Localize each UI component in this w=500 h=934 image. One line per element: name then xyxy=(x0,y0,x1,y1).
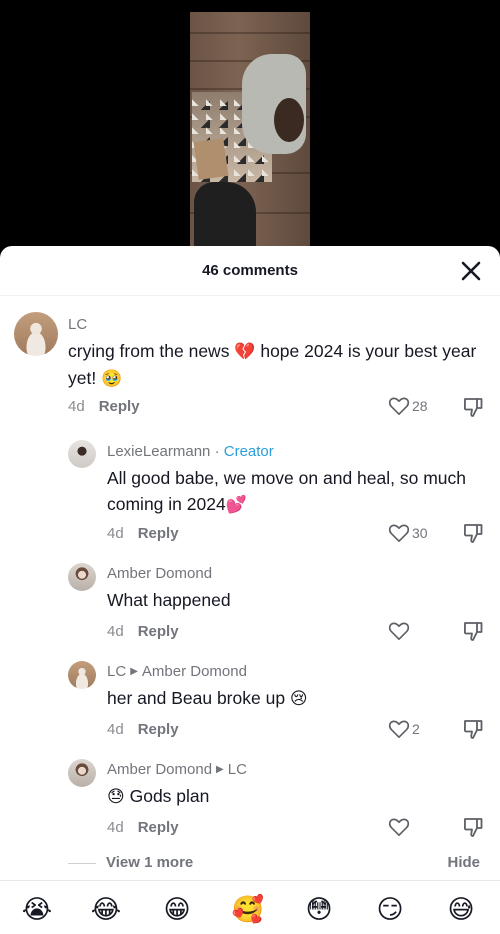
emoji-grin-button[interactable]: 😁 xyxy=(160,893,194,927)
comment-text: All good babe, we move on and heal, so m… xyxy=(107,468,466,515)
like-count: 30 xyxy=(412,525,428,541)
avatar[interactable] xyxy=(68,661,96,689)
emoji-quick-bar: 😭 😂 😁 🥰 😳 😏 😅 xyxy=(0,880,500,934)
emoji-smirk-button[interactable]: 😏 xyxy=(373,893,407,927)
dislike-icon[interactable] xyxy=(462,522,484,544)
like-button[interactable] xyxy=(388,817,412,837)
emoji-sweat-smile-button[interactable]: 😅 xyxy=(444,893,478,927)
heart-icon xyxy=(388,720,410,738)
dislike-icon[interactable] xyxy=(462,718,484,740)
reply-arrow-icon: ▶ xyxy=(130,666,138,677)
comment-author[interactable]: Amber Domond xyxy=(107,565,212,582)
heart-icon xyxy=(388,524,410,542)
comments-count-title: 46 comments xyxy=(202,262,298,279)
comment-item: LC ▶ Amber Domond her and Beau broke up 😢 … xyxy=(0,658,500,748)
comment-meta: 4d Reply xyxy=(68,398,140,415)
like-count: 28 xyxy=(412,398,428,414)
comment-item: LexieLearmann · Creator All good babe, w… xyxy=(0,436,500,546)
like-count: 2 xyxy=(412,721,420,737)
dislike-icon[interactable] xyxy=(462,396,484,418)
comment-text: 😓 Gods plan xyxy=(107,786,210,807)
video-thumbnail[interactable] xyxy=(190,12,310,248)
comment-item: Amber Domond ▶ LC 😓 Gods plan 4d Reply xyxy=(0,756,500,846)
dislike-icon[interactable] xyxy=(462,620,484,642)
reply-arrow-icon: ▶ xyxy=(216,764,224,775)
comments-header: 46 comments xyxy=(0,246,500,296)
comment-author[interactable]: LC ▶ Amber Domond xyxy=(107,663,247,680)
hide-replies-button[interactable]: Hide xyxy=(447,854,480,871)
comment-text: her and Beau broke up 😢 xyxy=(107,688,308,709)
dislike-icon[interactable] xyxy=(462,816,484,838)
heart-icon xyxy=(388,622,410,640)
emoji-tears-of-joy-button[interactable]: 😂 xyxy=(89,893,123,927)
comment-author[interactable]: Amber Domond ▶ LC xyxy=(107,761,247,778)
close-icon[interactable] xyxy=(460,260,482,282)
emoji-flushed-button[interactable]: 😳 xyxy=(302,893,336,927)
comments-sheet: 46 comments LC crying from the news 💔 ho… xyxy=(0,246,500,934)
comment-meta: 4d Reply xyxy=(107,819,179,836)
like-button[interactable]: 30 xyxy=(388,523,428,543)
divider xyxy=(68,863,96,864)
avatar[interactable] xyxy=(68,759,96,787)
emoji-loudly-crying-button[interactable]: 😭 xyxy=(20,893,54,927)
comment-meta: 4d Reply xyxy=(107,721,179,738)
reply-button[interactable]: Reply xyxy=(138,525,179,542)
video-player[interactable] xyxy=(0,0,500,260)
comment-author[interactable]: LC xyxy=(68,316,87,333)
avatar[interactable] xyxy=(68,563,96,591)
comment-item: LC crying from the news 💔 hope 2024 is y… xyxy=(0,310,500,430)
avatar[interactable] xyxy=(14,312,58,356)
comment-text: What happened xyxy=(107,590,231,610)
like-button[interactable]: 28 xyxy=(388,396,428,416)
view-more-replies-button[interactable]: View 1 more xyxy=(106,854,193,871)
creator-badge: Creator xyxy=(223,443,274,460)
avatar[interactable] xyxy=(68,440,96,468)
reply-button[interactable]: Reply xyxy=(138,819,179,836)
like-button[interactable] xyxy=(388,621,412,641)
comment-item: Amber Domond What happened 4d Reply xyxy=(0,560,500,650)
emoji-hearts-face-button[interactable]: 🥰 xyxy=(231,893,265,927)
like-button[interactable]: 2 xyxy=(388,719,420,739)
heart-icon xyxy=(388,397,410,415)
comment-meta: 4d Reply xyxy=(107,525,179,542)
replies-footer: View 1 more Hide xyxy=(0,851,500,879)
comment-time: 4d xyxy=(68,398,85,415)
reply-button[interactable]: Reply xyxy=(138,623,179,640)
comment-meta: 4d Reply xyxy=(107,623,179,640)
reply-button[interactable]: Reply xyxy=(138,721,179,738)
comment-author[interactable]: LexieLearmann · Creator xyxy=(107,443,274,460)
heart-icon xyxy=(388,818,410,836)
comment-text: crying from the news 💔 hope 2024 is your… xyxy=(68,341,477,389)
reply-button[interactable]: Reply xyxy=(99,398,140,415)
